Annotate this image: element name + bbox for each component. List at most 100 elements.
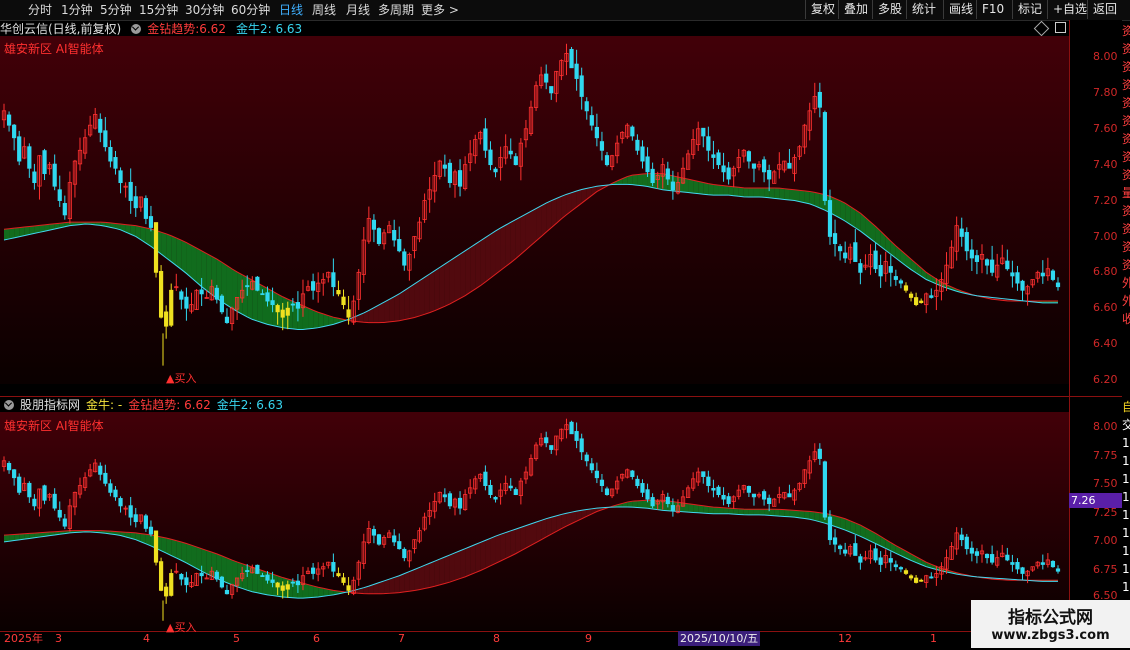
candle-body: [397, 541, 402, 550]
candle-body: [260, 575, 265, 577]
trend-band-segment: [206, 550, 212, 577]
side-label: 资: [1122, 60, 1130, 74]
trend-band-segment: [677, 502, 684, 512]
trend-band-segment: [784, 509, 790, 517]
trend-band-segment: [465, 546, 471, 577]
candle-body: [604, 155, 610, 166]
candle-body: [164, 586, 169, 597]
trend-band-segment: [206, 253, 212, 295]
side-label: 量: [1122, 186, 1130, 200]
candle-body: [929, 576, 934, 579]
trend-band-segment: [378, 302, 385, 323]
trend-band-segment: [242, 563, 248, 591]
candle-body: [169, 289, 174, 326]
candle-body: [822, 112, 828, 201]
side-label: 1: [1122, 508, 1130, 522]
candle-body: [311, 567, 316, 574]
candle-body: [12, 124, 17, 139]
candle-body: [726, 496, 731, 505]
candle-body: [397, 239, 402, 252]
candle-body: [1015, 272, 1020, 284]
x-tick-label: 8: [493, 632, 500, 645]
trend-band-segment: [505, 530, 511, 559]
trend-band-segment: [632, 174, 638, 186]
y-tick-label: 7.20: [1093, 194, 1118, 207]
concept-tag: 雄安新区 AI智能体: [4, 419, 104, 433]
trend-band-segment: [399, 290, 405, 321]
candle-body: [148, 526, 154, 535]
trend-band-segment: [789, 510, 795, 518]
trend-band-segment: [642, 500, 648, 509]
trend-band-segment: [237, 271, 243, 315]
trend-band-segment: [546, 517, 552, 537]
trend-band-segment: [419, 565, 425, 590]
dropdown-icon[interactable]: [4, 400, 14, 410]
candle-body: [711, 488, 716, 491]
trend-band-segment: [262, 570, 268, 595]
candle-body: [832, 537, 838, 545]
trend-band-segment: [541, 518, 547, 540]
candle-body: [483, 128, 488, 151]
candle-body: [280, 585, 285, 591]
candle-body: [158, 561, 164, 591]
candlestick-chart[interactable]: [0, 0, 1130, 650]
trend-band-segment: [531, 522, 537, 546]
trend-band-segment: [439, 557, 445, 585]
candle-body: [442, 494, 447, 498]
candle-body: [665, 496, 670, 505]
candle-body: [751, 493, 757, 498]
candle-body: [645, 489, 650, 500]
candle-body: [27, 482, 32, 498]
candle-body: [974, 551, 980, 556]
trend-band-segment: [424, 273, 430, 315]
candle-body: [1050, 270, 1056, 280]
side-label: 自: [1122, 400, 1130, 414]
trend-band-segment: [414, 280, 420, 318]
candle-body: [447, 493, 453, 507]
x-tick-label: 4: [143, 632, 150, 645]
concept-tag: 雄安新区 AI智能体: [4, 42, 104, 56]
jinniu-value: 金牛: -: [86, 398, 123, 412]
price-tag: 7.26: [1069, 493, 1122, 508]
candle-body: [964, 536, 969, 550]
candle-body: [574, 431, 579, 441]
trend-band-segment: [475, 542, 481, 573]
trend-band-segment: [764, 187, 770, 198]
candle-body: [214, 571, 219, 580]
trend-band-segment: [318, 587, 324, 597]
candle-body: [908, 293, 914, 298]
candle-body: [148, 216, 154, 228]
trend-band-segment: [769, 187, 775, 199]
trend-band-segment: [424, 563, 430, 589]
candle-body: [1005, 554, 1010, 561]
trend-band-segment: [774, 187, 780, 199]
buy-signal: ▲买入: [166, 621, 197, 634]
date-hint: 2025/10/10/五: [678, 631, 761, 646]
candle-body: [214, 287, 219, 300]
y-tick-label: 7.75: [1093, 449, 1118, 462]
candle-body: [442, 164, 447, 169]
candle-body: [1015, 562, 1020, 570]
trend-band-segment: [789, 189, 795, 201]
side-label: 资: [1122, 132, 1130, 146]
candle-body: [716, 486, 721, 495]
watermark: 指标公式网 www.zbgs3.com: [971, 600, 1130, 648]
candle-body: [919, 579, 924, 582]
trend-band-segment: [434, 267, 440, 311]
candle-body: [640, 146, 645, 162]
candle-body: [878, 557, 883, 565]
candle-body: [903, 570, 909, 574]
trend-band-segment: [804, 511, 810, 520]
trend-band-segment: [460, 548, 466, 579]
trend-band-segment: [9, 228, 15, 239]
trend-band-segment: [404, 287, 410, 320]
candle-body: [670, 505, 675, 511]
right-info-column: 资资资资资资资资资量资资资资外外收: [1122, 22, 1130, 394]
trend-band-segment: [232, 560, 238, 587]
candle-body: [285, 584, 290, 590]
candle-body: [984, 259, 990, 266]
trend-band-segment: [460, 250, 466, 299]
trend-band-segment: [171, 539, 177, 558]
trend-band-segment: [713, 507, 719, 514]
side-label: 1: [1122, 580, 1130, 594]
